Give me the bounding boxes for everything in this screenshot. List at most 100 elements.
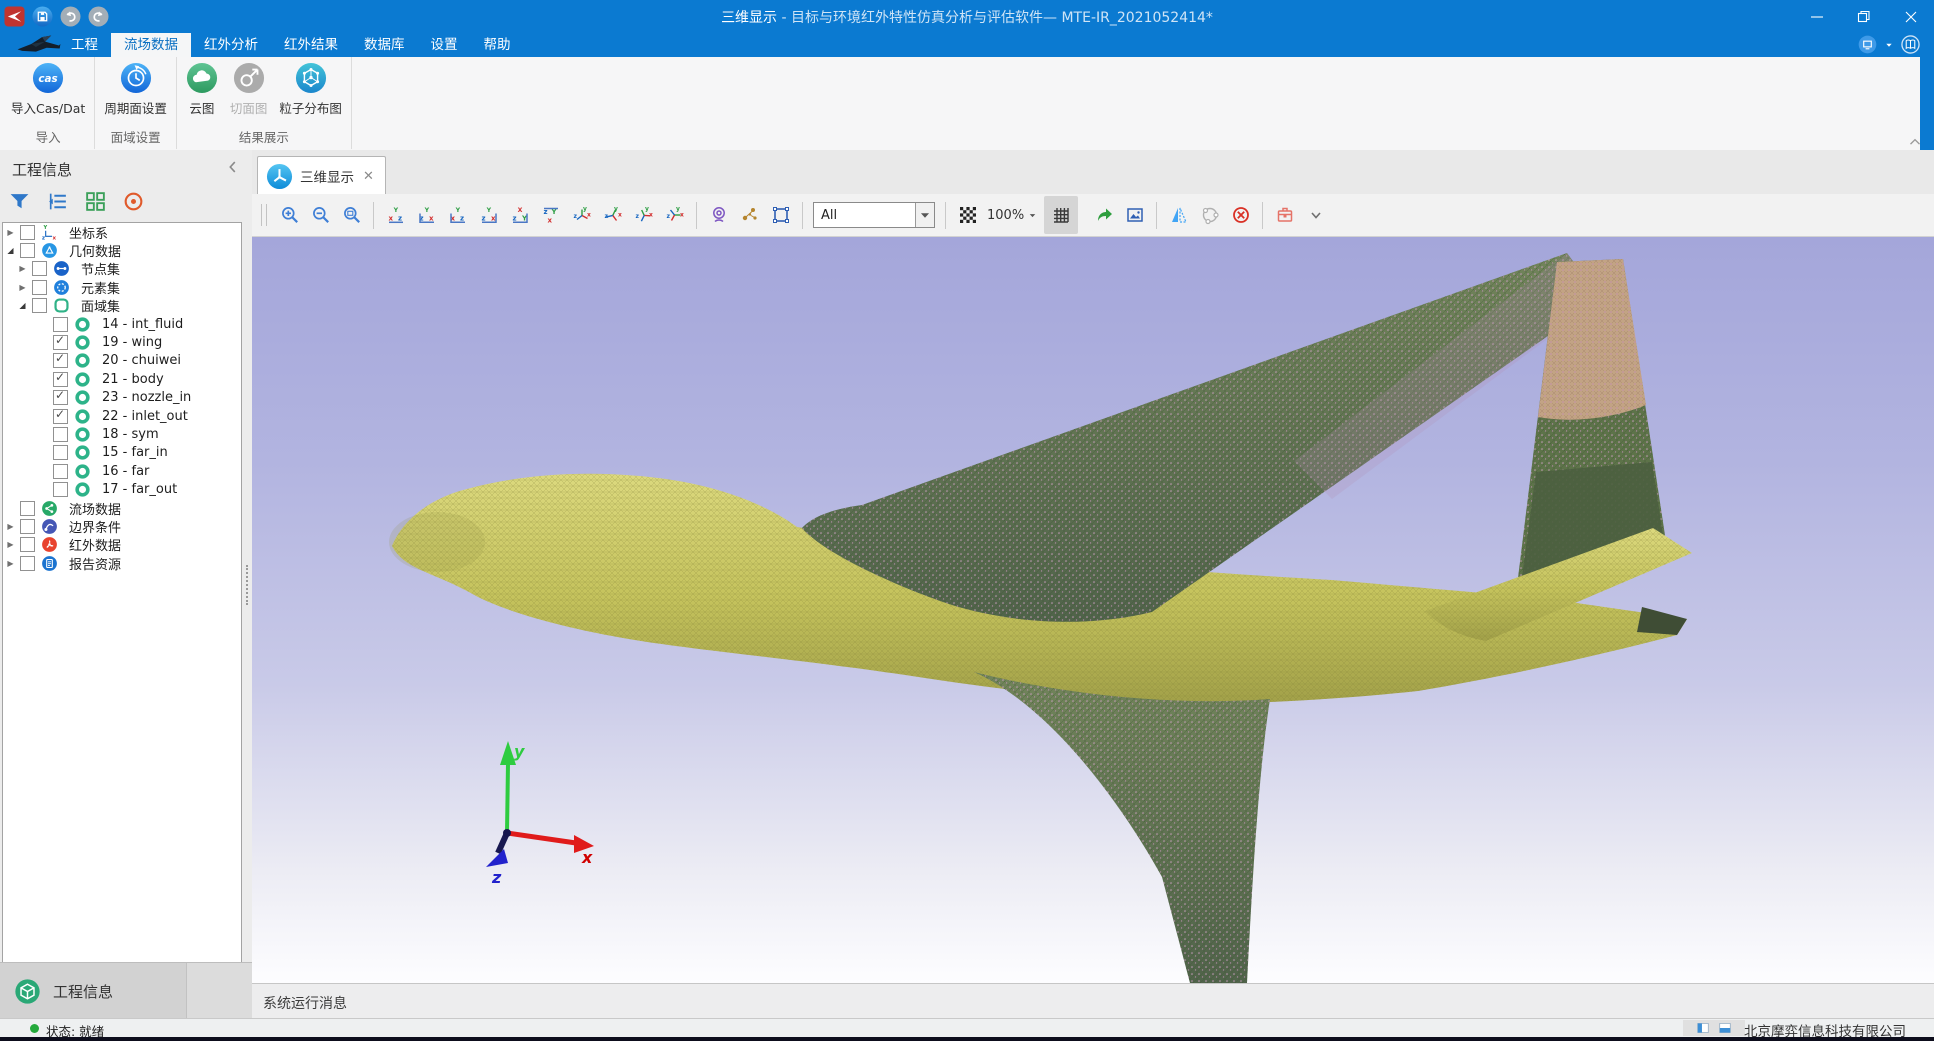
expander-closed-icon[interactable]: ▶ — [17, 264, 28, 273]
zoom-fit-icon[interactable] — [338, 202, 365, 229]
transparency-icon[interactable] — [954, 202, 981, 229]
tree-row[interactable]: 22 - inlet_out — [3, 407, 241, 425]
chevron-left-icon[interactable] — [224, 158, 242, 176]
view-bottom-icon[interactable]: zYx — [537, 202, 564, 229]
expander-closed-icon[interactable]: ▶ — [5, 228, 16, 237]
view-top-icon[interactable]: XzY — [506, 202, 533, 229]
tree-checkbox[interactable] — [53, 353, 68, 368]
tree-checkbox[interactable] — [53, 427, 68, 442]
expander-open-icon[interactable]: ◢ — [5, 246, 16, 255]
tree-row[interactable]: ▶Yzx坐标系 — [3, 223, 241, 241]
tab-3d-view[interactable]: 三维显示✕ — [257, 156, 386, 195]
toolbar-drag-handle[interactable] — [261, 204, 267, 226]
tree-row[interactable]: ◢面域集 — [3, 297, 241, 315]
tree-checkbox[interactable] — [20, 537, 35, 552]
tree-checkbox[interactable] — [20, 501, 35, 516]
tree-row[interactable]: ▶元素集 — [3, 278, 241, 296]
tree-row[interactable]: 16 - far — [3, 462, 241, 480]
tree-checkbox[interactable] — [53, 335, 68, 350]
tree-checkbox[interactable] — [53, 482, 68, 497]
view-front-icon[interactable]: Yxz — [382, 202, 409, 229]
menu-item-6[interactable]: 帮助 — [471, 33, 524, 57]
help-book-icon[interactable] — [1901, 35, 1920, 54]
menu-item-4[interactable]: 数据库 — [351, 33, 418, 57]
mirror-icon[interactable] — [1165, 202, 1192, 229]
tree-row[interactable]: ▶节点集 — [3, 260, 241, 278]
filter-list-icon[interactable] — [44, 188, 71, 215]
tree-row[interactable]: 18 - sym — [3, 425, 241, 443]
tree-checkbox[interactable] — [20, 225, 35, 240]
tree-row[interactable]: ▶报告资源 — [3, 554, 241, 572]
tree-row[interactable]: 23 - nozzle_in — [3, 389, 241, 407]
tree-checkbox[interactable] — [53, 317, 68, 332]
box-select-icon[interactable] — [767, 202, 794, 229]
view-iso-2-icon[interactable]: yxz — [599, 202, 626, 229]
grid-view-icon[interactable] — [82, 188, 109, 215]
tree-checkbox[interactable] — [32, 280, 47, 295]
sphere-select-icon[interactable] — [1196, 202, 1223, 229]
view-back-icon[interactable]: Yzx — [413, 202, 440, 229]
menu-item-5[interactable]: 设置 — [418, 33, 471, 57]
layout-left-icon[interactable] — [1696, 1021, 1710, 1035]
undo-icon[interactable] — [60, 6, 81, 27]
display-filter-select[interactable]: All — [813, 202, 935, 228]
viewport-3d[interactable]: y x z — [252, 237, 1934, 983]
zoom-level-dropdown[interactable]: 100% — [987, 208, 1038, 223]
view-left-icon[interactable]: Yxz — [444, 202, 471, 229]
mesh-grid-icon[interactable] — [1044, 196, 1078, 234]
app-logo-icon[interactable] — [4, 6, 25, 27]
save-icon[interactable] — [32, 6, 53, 27]
view-right-icon[interactable]: Yzx — [475, 202, 502, 229]
bottom-tab-project-info[interactable]: 工程信息 — [0, 963, 187, 1019]
tree-row[interactable]: 19 - wing — [3, 333, 241, 351]
tree-row[interactable]: 21 - body — [3, 370, 241, 388]
target-icon[interactable] — [120, 188, 147, 215]
expander-open-icon[interactable]: ◢ — [17, 301, 28, 310]
tree-checkbox[interactable] — [53, 409, 68, 424]
particle-trace-icon[interactable] — [736, 202, 763, 229]
caret-down-icon[interactable] — [1883, 39, 1895, 51]
tab-close-icon[interactable]: ✕ — [363, 170, 374, 183]
tree-row[interactable]: ▶红外数据 — [3, 536, 241, 554]
snapshot-icon[interactable] — [1121, 202, 1148, 229]
view-iso-4-icon[interactable]: yxz — [661, 202, 688, 229]
tree-row[interactable]: ▶边界条件 — [3, 517, 241, 535]
display-mode-icon[interactable] — [1858, 35, 1877, 54]
tree-row[interactable]: 17 - far_out — [3, 480, 241, 498]
cancel-icon[interactable] — [1227, 202, 1254, 229]
tree-row[interactable]: 20 - chuiwei — [3, 352, 241, 370]
restore-button[interactable] — [1840, 0, 1887, 33]
filter-funnel-icon[interactable] — [6, 188, 33, 215]
tree-checkbox[interactable] — [32, 261, 47, 276]
tree-checkbox[interactable] — [20, 243, 35, 258]
expander-closed-icon[interactable]: ▶ — [5, 540, 16, 549]
tree-checkbox[interactable] — [53, 372, 68, 387]
view-iso-1-icon[interactable]: yxz — [568, 202, 595, 229]
expander-closed-icon[interactable]: ▶ — [5, 559, 16, 568]
combo-dropdown-button[interactable] — [915, 203, 934, 227]
tree-row[interactable]: 15 - far_in — [3, 444, 241, 462]
redo-icon[interactable] — [88, 6, 109, 27]
chevron-down-icon[interactable] — [1302, 202, 1329, 229]
menu-item-2[interactable]: 红外分析 — [191, 33, 271, 57]
tree-checkbox[interactable] — [53, 445, 68, 460]
tree-row[interactable]: 14 - int_fluid — [3, 315, 241, 333]
tree-checkbox[interactable] — [53, 464, 68, 479]
menu-item-3[interactable]: 红外结果 — [271, 33, 351, 57]
menu-item-1[interactable]: 流场数据 — [111, 33, 191, 57]
expander-closed-icon[interactable]: ▶ — [17, 283, 28, 292]
tree-checkbox[interactable] — [20, 519, 35, 534]
expander-closed-icon[interactable]: ▶ — [5, 522, 16, 531]
menu-item-0[interactable]: 工程 — [58, 33, 111, 57]
tree-checkbox[interactable] — [53, 390, 68, 405]
zoom-out-icon[interactable] — [307, 202, 334, 229]
tree-row[interactable]: ◢几何数据 — [3, 241, 241, 259]
layout-bottom-icon[interactable] — [1718, 1021, 1732, 1035]
material-box-icon[interactable] — [1271, 202, 1298, 229]
view-iso-3-icon[interactable]: yxz — [630, 202, 657, 229]
ribbon-button-cas-import[interactable]: cas导入Cas/Dat — [11, 62, 85, 117]
export-share-icon[interactable] — [1090, 202, 1117, 229]
ribbon-button-particle-distribution[interactable]: 粒子分布图 — [279, 62, 342, 117]
minimize-button[interactable] — [1793, 0, 1840, 33]
zoom-in-icon[interactable] — [276, 202, 303, 229]
